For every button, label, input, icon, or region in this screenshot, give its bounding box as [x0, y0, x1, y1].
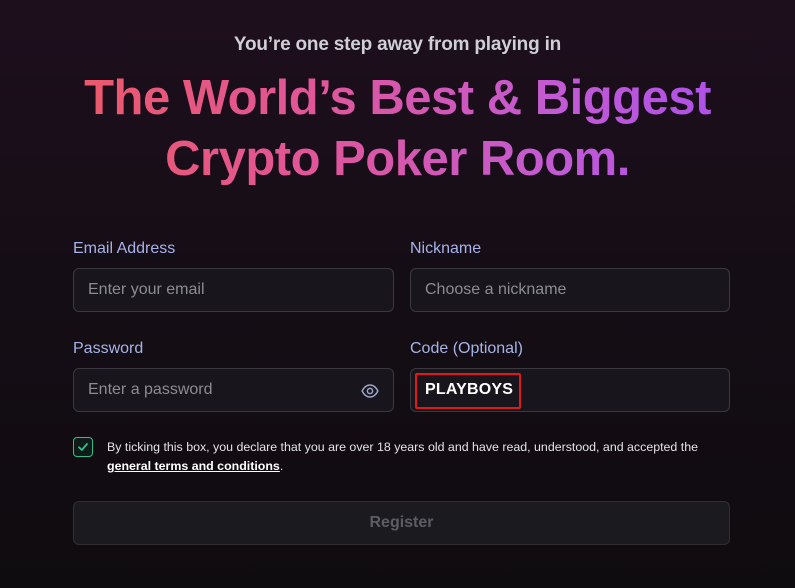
nickname-input[interactable]	[411, 269, 729, 311]
password-label: Password	[73, 340, 144, 357]
headline-line-1: The World’s Best & Biggest	[84, 71, 711, 125]
terms-suffix: .	[279, 459, 284, 473]
page-headline: The World’s Best & Biggest Crypto Poker …	[0, 68, 795, 190]
eye-icon[interactable]	[361, 382, 379, 400]
checkmark-icon	[78, 443, 88, 451]
email-label: Email Address	[73, 240, 176, 257]
code-field	[410, 368, 730, 412]
password-field	[73, 368, 394, 412]
terms-link[interactable]: general terms and conditions	[107, 459, 280, 473]
terms-statement: By ticking this box, you declare that yo…	[107, 440, 698, 454]
terms-checkbox[interactable]	[73, 437, 93, 457]
nickname-field	[410, 268, 730, 312]
register-button[interactable]: Register	[73, 501, 730, 545]
nickname-label: Nickname	[410, 240, 482, 257]
headline-line-2: Crypto Poker Room.	[165, 132, 630, 186]
code-label: Code (Optional)	[410, 340, 523, 357]
email-input[interactable]	[74, 269, 393, 311]
password-input[interactable]	[74, 369, 393, 411]
terms-text: By ticking this box, you declare that yo…	[107, 438, 747, 476]
signup-page: You’re one step away from playing in The…	[0, 0, 795, 588]
code-input[interactable]	[411, 369, 729, 411]
email-field	[73, 268, 394, 312]
page-subtitle: You’re one step away from playing in	[233, 34, 562, 55]
